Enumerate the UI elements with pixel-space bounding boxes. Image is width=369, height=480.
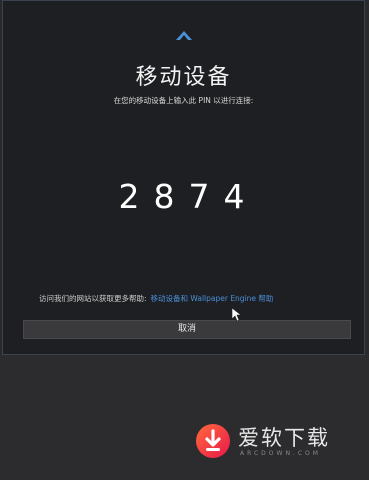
help-text: 访问我们的网站以获取更多帮助: (39, 294, 147, 303)
arcdown-logo-icon (196, 424, 230, 458)
watermark: 爱软下载 ARCDOWN.COM (194, 420, 354, 464)
help-link[interactable]: 移动设备和 Wallpaper Engine 帮助 (151, 294, 274, 303)
pin-code: 2874 (118, 177, 259, 216)
help-line: 访问我们的网站以获取更多帮助: 移动设备和 Wallpaper Engine 帮助 (39, 293, 273, 304)
mouse-cursor-icon (232, 308, 242, 322)
page: 移动设备 在您的移动设备上输入此 PIN 以进行连接: 2874 访问我们的网站… (0, 0, 369, 480)
cancel-button[interactable]: 取消 (23, 320, 351, 339)
chevron-up-icon[interactable] (175, 31, 192, 41)
dialog-title: 移动设备 (135, 65, 232, 90)
mobile-device-dialog: 移动设备 在您的移动设备上输入此 PIN 以进行连接: 2874 访问我们的网站… (2, 0, 365, 355)
watermark-brand: 爱软下载 (238, 426, 330, 450)
watermark-domain: ARCDOWN.COM (240, 450, 321, 457)
dialog-instructions: 在您的移动设备上输入此 PIN 以进行连接: (113, 96, 254, 105)
